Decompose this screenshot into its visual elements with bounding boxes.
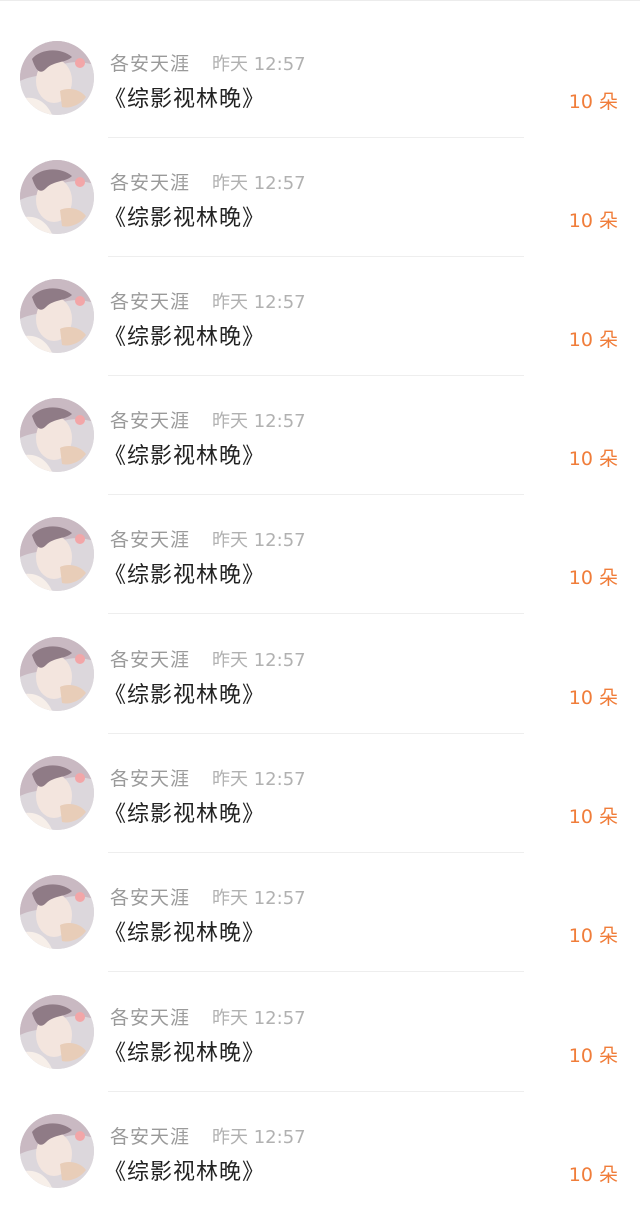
timestamp: 昨天 12:57	[212, 1008, 306, 1029]
avatar-image-icon	[20, 517, 94, 591]
timestamp: 昨天 12:57	[212, 173, 306, 194]
timestamp: 昨天 12:57	[212, 650, 306, 671]
avatar-image-icon	[20, 279, 94, 353]
book-title[interactable]: 《综影视林晚》	[104, 1035, 265, 1067]
book-title[interactable]: 《综影视林晚》	[104, 557, 265, 589]
list-item[interactable]: 各安天涯 昨天 12:57 《综影视林晚》 10 朵	[0, 376, 640, 495]
sender-name: 各安天涯	[110, 410, 191, 432]
gift-amount: 10 朵	[568, 448, 618, 470]
divider	[108, 613, 524, 614]
avatar[interactable]	[20, 1114, 94, 1188]
list-item[interactable]: 各安天涯 昨天 12:57 《综影视林晚》 10 朵	[0, 495, 640, 614]
avatar-image-icon	[20, 875, 94, 949]
sender-name: 各安天涯	[110, 649, 191, 671]
sender-name: 各安天涯	[110, 1126, 191, 1148]
sender-name: 各安天涯	[110, 53, 191, 75]
book-title[interactable]: 《综影视林晚》	[104, 915, 265, 947]
timestamp: 昨天 12:57	[212, 292, 306, 313]
sender-name: 各安天涯	[110, 529, 191, 551]
timestamp: 昨天 12:57	[212, 411, 306, 432]
timestamp: 昨天 12:57	[212, 54, 306, 75]
avatar-image-icon	[20, 160, 94, 234]
timestamp: 昨天 12:57	[212, 530, 306, 551]
book-title[interactable]: 《综影视林晚》	[104, 200, 265, 232]
avatar[interactable]	[20, 279, 94, 353]
timestamp: 昨天 12:57	[212, 888, 306, 909]
avatar-image-icon	[20, 995, 94, 1069]
avatar[interactable]	[20, 517, 94, 591]
sender-name: 各安天涯	[110, 172, 191, 194]
book-title[interactable]: 《综影视林晚》	[104, 438, 265, 470]
gift-amount: 10 朵	[568, 687, 618, 709]
sender-name: 各安天涯	[110, 887, 191, 909]
avatar[interactable]	[20, 160, 94, 234]
gift-record-list: 各安天涯 昨天 12:57 《综影视林晚》 10 朵 各安天涯 昨天 12:57…	[0, 0, 640, 1211]
gift-amount: 10 朵	[568, 91, 618, 113]
list-item[interactable]: 各安天涯 昨天 12:57 《综影视林晚》 10 朵	[0, 734, 640, 853]
gift-amount: 10 朵	[568, 329, 618, 351]
gift-amount: 10 朵	[568, 1045, 618, 1067]
list-item[interactable]: 各安天涯 昨天 12:57 《综影视林晚》 10 朵	[0, 973, 640, 1092]
gift-amount: 10 朵	[568, 210, 618, 232]
list-item[interactable]: 各安天涯 昨天 12:57 《综影视林晚》 10 朵	[0, 853, 640, 972]
timestamp: 昨天 12:57	[212, 769, 306, 790]
avatar[interactable]	[20, 398, 94, 472]
sender-name: 各安天涯	[110, 1007, 191, 1029]
avatar[interactable]	[20, 995, 94, 1069]
book-title[interactable]: 《综影视林晚》	[104, 1154, 265, 1186]
avatar-image-icon	[20, 398, 94, 472]
avatar-image-icon	[20, 637, 94, 711]
list-item[interactable]: 各安天涯 昨天 12:57 《综影视林晚》 10 朵	[0, 19, 640, 138]
book-title[interactable]: 《综影视林晚》	[104, 796, 265, 828]
list-item[interactable]: 各安天涯 昨天 12:57 《综影视林晚》 10 朵	[0, 138, 640, 257]
avatar[interactable]	[20, 637, 94, 711]
avatar[interactable]	[20, 875, 94, 949]
timestamp: 昨天 12:57	[212, 1127, 306, 1148]
sender-name: 各安天涯	[110, 291, 191, 313]
avatar[interactable]	[20, 41, 94, 115]
book-title[interactable]: 《综影视林晚》	[104, 319, 265, 351]
avatar-image-icon	[20, 41, 94, 115]
gift-amount: 10 朵	[568, 567, 618, 589]
avatar-image-icon	[20, 756, 94, 830]
book-title[interactable]: 《综影视林晚》	[104, 677, 265, 709]
divider	[108, 971, 524, 972]
list-item[interactable]: 各安天涯 昨天 12:57 《综影视林晚》 10 朵	[0, 1092, 640, 1211]
list-item[interactable]: 各安天涯 昨天 12:57 《综影视林晚》 10 朵	[0, 615, 640, 734]
avatar-image-icon	[20, 1114, 94, 1188]
sender-name: 各安天涯	[110, 768, 191, 790]
avatar[interactable]	[20, 756, 94, 830]
gift-amount: 10 朵	[568, 806, 618, 828]
book-title[interactable]: 《综影视林晚》	[104, 81, 265, 113]
gift-amount: 10 朵	[568, 1164, 618, 1186]
list-item[interactable]: 各安天涯 昨天 12:57 《综影视林晚》 10 朵	[0, 257, 640, 376]
gift-amount: 10 朵	[568, 925, 618, 947]
